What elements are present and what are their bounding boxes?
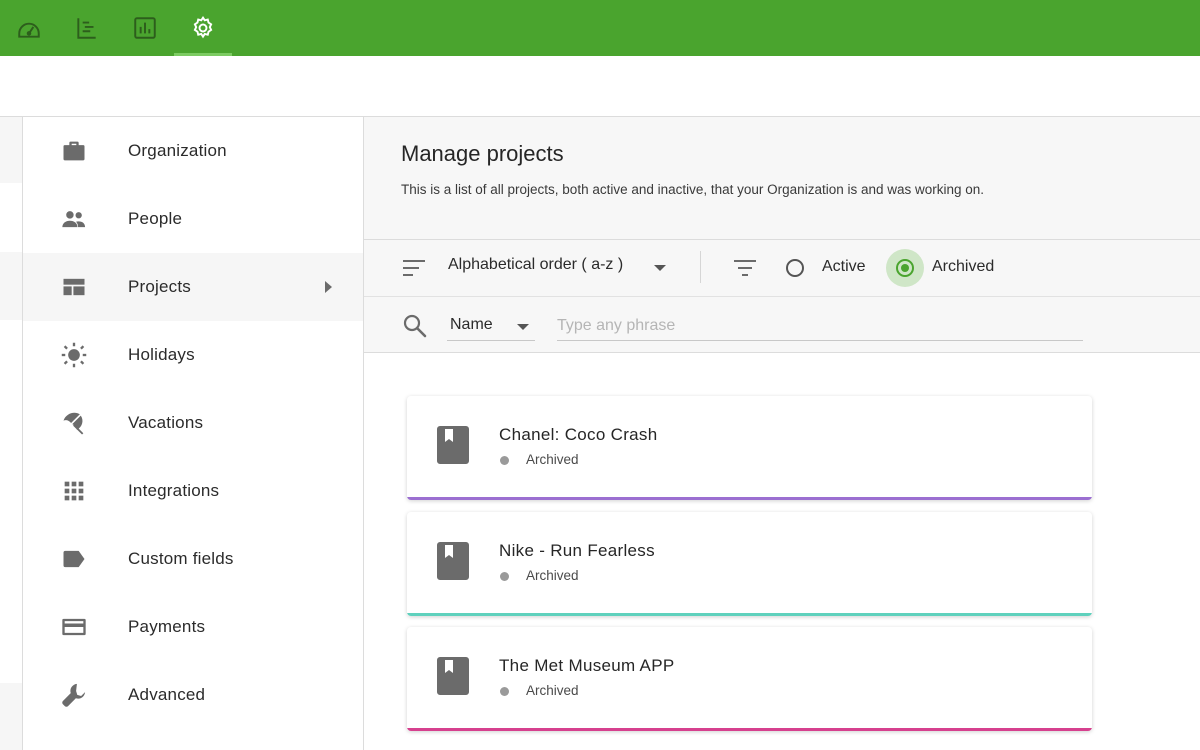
project-status: Archived	[526, 452, 579, 467]
sidebar-item-label: Vacations	[128, 413, 204, 432]
sidebar-item-projects[interactable]: Projects	[23, 253, 363, 321]
project-status: Archived	[526, 568, 579, 583]
book-bookmark-icon	[437, 426, 469, 464]
projects-icon	[59, 272, 89, 302]
credit-card-icon	[59, 612, 89, 642]
project-name: The Met Museum APP	[499, 656, 675, 675]
chevron-down-icon	[654, 265, 666, 271]
dashboard-icon	[18, 22, 40, 38]
page-description: This is a list of all projects, both act…	[401, 182, 985, 197]
toolbar-divider	[700, 251, 701, 283]
project-color-stripe	[407, 497, 1092, 500]
sub-header	[0, 56, 1200, 117]
grid-apps-icon	[59, 476, 89, 506]
sort-filter-toolbar: Alphabetical order ( a-z ) Active Archiv…	[364, 240, 1200, 297]
radio-checked-icon	[896, 259, 914, 277]
left-gutter	[0, 117, 23, 750]
book-bookmark-icon	[437, 657, 469, 695]
reports-icon	[134, 17, 156, 39]
filter-option-label: Active	[822, 258, 866, 275]
search-bar: Name	[364, 297, 1200, 353]
sidebar-item-advanced[interactable]: Advanced	[23, 661, 363, 729]
search-icon	[403, 314, 427, 338]
chevron-down-icon	[517, 324, 529, 330]
project-card[interactable]: Nike - Run Fearless Archived	[407, 512, 1092, 616]
search-field-dropdown[interactable]: Name	[447, 311, 535, 341]
sidebar-item-label: Organization	[128, 141, 227, 160]
search-field-value: Name	[450, 316, 493, 333]
page-header: Manage projects This is a list of all pr…	[364, 117, 1200, 240]
top-nav-bar	[0, 0, 1200, 56]
nav-dashboard[interactable]	[0, 0, 58, 56]
main-content: Manage projects This is a list of all pr…	[364, 117, 1200, 750]
sun-icon	[59, 340, 89, 370]
sidebar-item-label: Advanced	[128, 685, 206, 704]
project-color-stripe	[407, 728, 1092, 731]
filter-active-radio[interactable]: Active	[776, 249, 876, 287]
sidebar-item-organization[interactable]: Organization	[23, 117, 363, 185]
wrench-icon	[59, 680, 89, 710]
status-dot	[500, 572, 509, 581]
sidebar-item-label: People	[128, 209, 183, 228]
settings-sidebar: Organization People Projects Holidays Va…	[23, 117, 364, 750]
label-tag-icon	[59, 544, 89, 574]
project-status: Archived	[526, 683, 579, 698]
sidebar-item-label: Projects	[128, 277, 192, 296]
sidebar-item-custom-fields[interactable]: Custom fields	[23, 525, 363, 593]
sidebar-item-label: Holidays	[128, 345, 195, 364]
sidebar-item-vacations[interactable]: Vacations	[23, 389, 363, 457]
filter-option-label: Archived	[932, 258, 995, 275]
sidebar-item-label: Custom fields	[128, 549, 234, 568]
page-title: Manage projects	[401, 141, 564, 166]
filter-icon	[734, 260, 756, 276]
nav-reports[interactable]	[116, 0, 174, 56]
chevron-right-icon	[325, 281, 332, 293]
beach-umbrella-icon	[59, 408, 89, 438]
sidebar-item-holidays[interactable]: Holidays	[23, 321, 363, 389]
timeline-icon	[77, 18, 96, 39]
sort-icon	[403, 260, 425, 276]
project-name: Chanel: Coco Crash	[499, 425, 658, 444]
status-dot	[500, 456, 509, 465]
sidebar-item-people[interactable]: People	[23, 185, 363, 253]
project-name: Nike - Run Fearless	[499, 541, 655, 560]
book-bookmark-icon	[437, 542, 469, 580]
people-icon	[59, 204, 89, 234]
project-card[interactable]: The Met Museum APP Archived	[407, 627, 1092, 731]
search-input[interactable]	[557, 311, 1083, 341]
sidebar-item-payments[interactable]: Payments	[23, 593, 363, 661]
project-card[interactable]: Chanel: Coco Crash Archived	[407, 396, 1092, 500]
nav-timeline[interactable]	[58, 0, 116, 56]
briefcase-icon	[59, 136, 89, 166]
status-dot	[500, 687, 509, 696]
sort-order-value: Alphabetical order ( a-z )	[448, 256, 624, 273]
radio-unchecked-icon	[786, 259, 804, 277]
sidebar-item-label: Integrations	[128, 481, 220, 500]
nav-settings[interactable]	[174, 0, 232, 56]
sort-order-dropdown[interactable]: Alphabetical order ( a-z )	[448, 256, 678, 282]
sidebar-item-label: Payments	[128, 617, 206, 636]
sidebar-item-integrations[interactable]: Integrations	[23, 457, 363, 525]
filter-archived-radio[interactable]: Archived	[886, 249, 1006, 287]
settings-icon	[193, 15, 213, 39]
project-color-stripe	[407, 613, 1092, 616]
